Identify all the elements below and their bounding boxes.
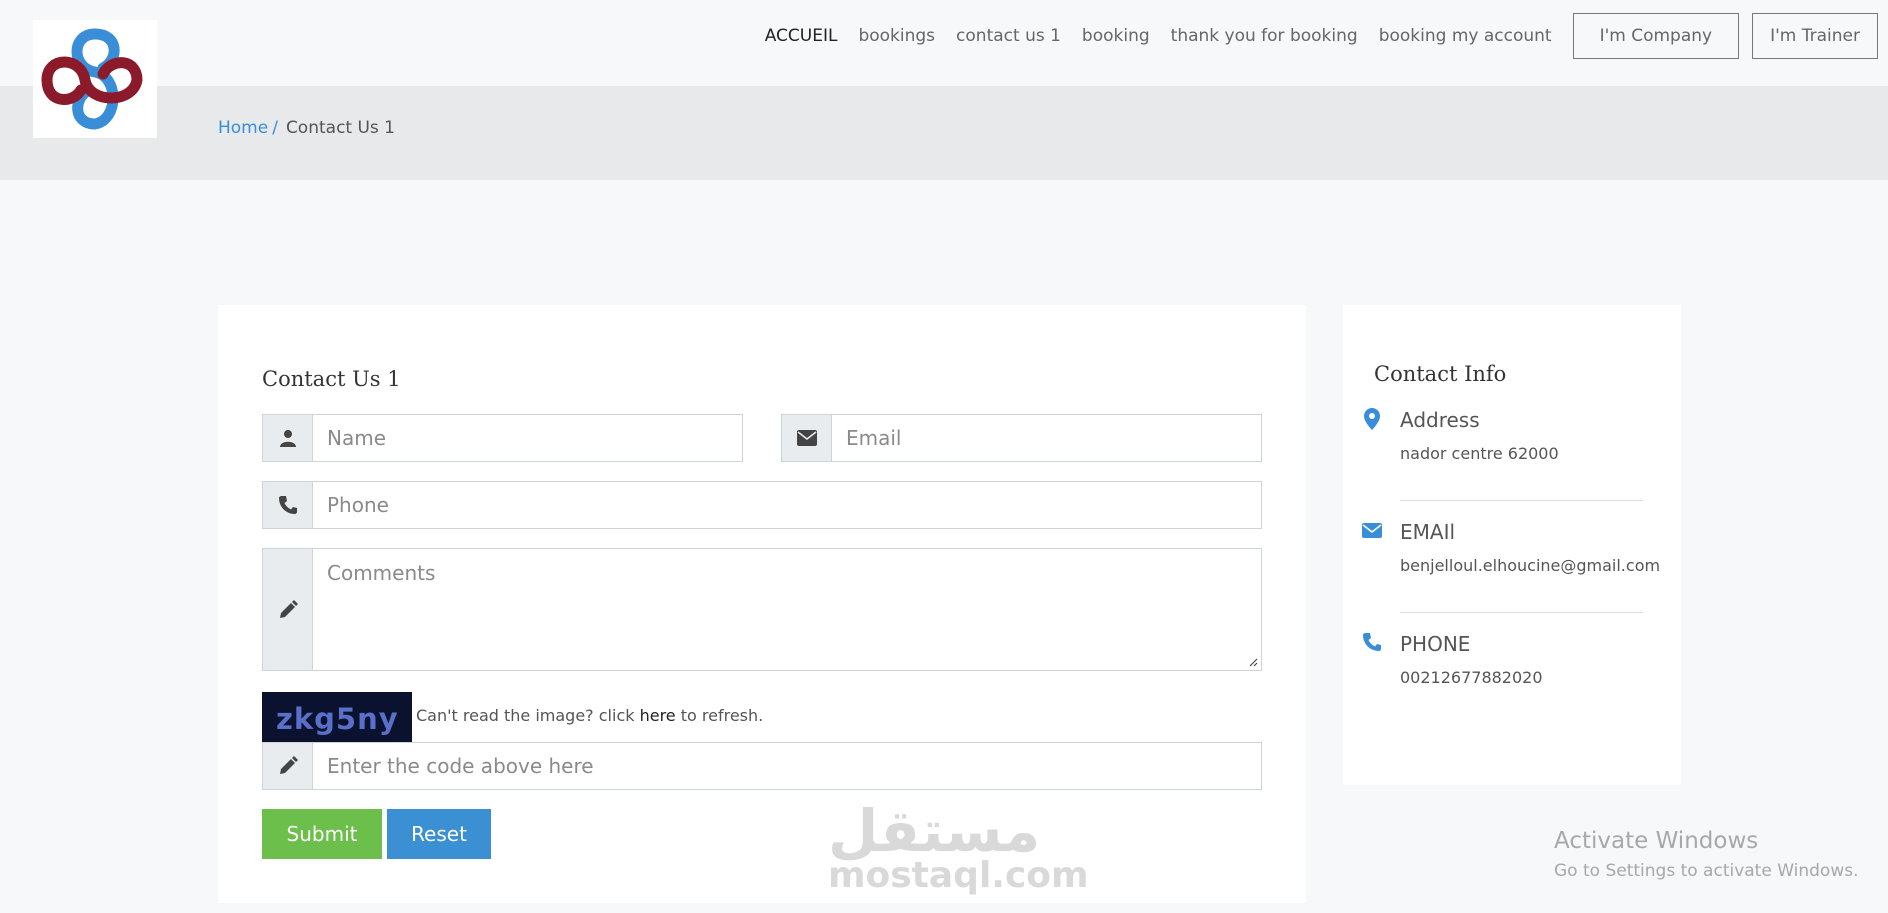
nav-link-booking[interactable]: booking	[1082, 26, 1150, 46]
captcha-code-field[interactable]: Enter the code above here	[262, 742, 1262, 790]
captcha-code-input[interactable]: Enter the code above here	[313, 743, 1261, 789]
name-field[interactable]: Name	[262, 414, 743, 462]
captcha-refresh-text: Can't read the image? click here to refr…	[416, 706, 763, 725]
info-divider	[1400, 612, 1643, 613]
phone-field[interactable]: Phone	[262, 481, 1262, 529]
company-button[interactable]: I'm Company	[1572, 13, 1740, 59]
contact-info-title: Contact Info	[1374, 362, 1507, 386]
form-title: Contact Us 1	[262, 367, 401, 391]
activate-windows-title: Activate Windows	[1554, 828, 1759, 854]
captcha-image: zkg5ny	[262, 692, 412, 742]
address-value: nador centre 62000	[1400, 444, 1559, 463]
contact-info-card: Contact Info Address nador centre 62000 …	[1343, 305, 1681, 785]
site-header: ACCUEIL bookings contact us 1 booking th…	[0, 0, 1888, 86]
nav-link-bookings[interactable]: bookings	[858, 26, 935, 46]
nav-link-booking-account[interactable]: booking my account	[1379, 26, 1552, 46]
nav-link-accueil[interactable]: ACCUEIL	[765, 26, 838, 46]
comments-field[interactable]: Comments	[262, 548, 1262, 671]
user-icon	[263, 415, 313, 461]
reset-button[interactable]: Reset	[387, 809, 491, 859]
email-input[interactable]: Email	[832, 415, 1261, 461]
activate-windows-subtitle: Go to Settings to activate Windows.	[1554, 861, 1859, 881]
phone-icon	[1361, 631, 1383, 653]
phone-input[interactable]: Phone	[313, 482, 1261, 528]
comments-textarea[interactable]: Comments	[313, 549, 1261, 670]
breadcrumb-home-link[interactable]: Home	[218, 118, 268, 138]
phone-value: 00212677882020	[1400, 668, 1543, 687]
site-logo[interactable]	[33, 20, 157, 138]
email-value: benjelloul.elhoucine@gmail.com	[1400, 556, 1661, 575]
email-field[interactable]: Email	[781, 414, 1262, 462]
captcha-refresh-prefix: Can't read the image? click	[416, 706, 635, 725]
main-nav: ACCUEIL bookings contact us 1 booking th…	[765, 13, 1888, 59]
name-input[interactable]: Name	[313, 415, 742, 461]
phone-icon	[263, 482, 313, 528]
envelope-icon	[782, 415, 832, 461]
map-marker-icon	[1361, 408, 1383, 430]
resize-handle-icon[interactable]	[1248, 657, 1258, 667]
contact-form-card: Contact Us 1 Name Email Phone Comments z…	[218, 305, 1306, 903]
captcha-refresh-link[interactable]: here	[640, 706, 676, 725]
pencil-icon	[263, 549, 313, 670]
phone-label: PHONE	[1400, 632, 1471, 656]
submit-button[interactable]: Submit	[262, 809, 382, 859]
address-label: Address	[1400, 408, 1480, 432]
breadcrumb-separator: /	[272, 118, 278, 138]
info-divider	[1400, 500, 1643, 501]
email-label: EMAIl	[1400, 520, 1456, 544]
breadcrumb-band: Home / Contact Us 1	[0, 86, 1888, 180]
breadcrumb-current: Contact Us 1	[285, 118, 396, 138]
watermark-latin: mostaql.com	[828, 855, 1089, 896]
trainer-button[interactable]: I'm Trainer	[1752, 13, 1878, 59]
captcha-code: zkg5ny	[276, 702, 399, 736]
nav-link-contact-us[interactable]: contact us 1	[956, 26, 1061, 46]
captcha-refresh-suffix: to refresh.	[680, 706, 764, 725]
envelope-icon	[1361, 519, 1383, 541]
pencil-icon	[263, 743, 313, 789]
nav-link-thank-you[interactable]: thank you for booking	[1171, 26, 1358, 46]
breadcrumb: Home / Contact Us 1	[218, 118, 395, 138]
logo-knot-icon	[41, 28, 143, 130]
